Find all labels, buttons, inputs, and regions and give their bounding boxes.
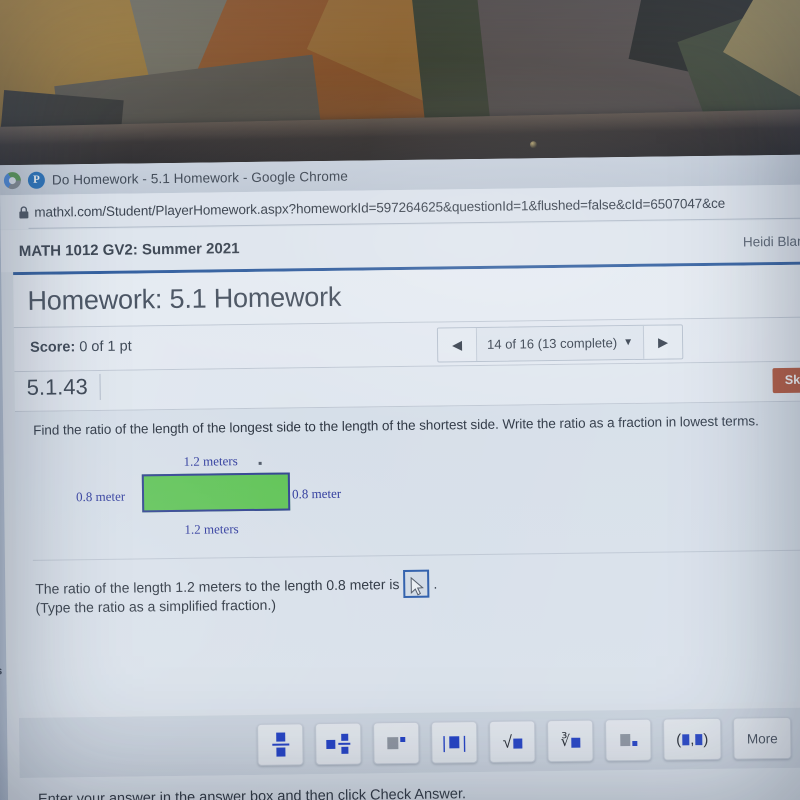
divider bbox=[32, 549, 800, 561]
chevron-down-icon: ▼ bbox=[623, 336, 634, 349]
bg-fragment: ns bbox=[0, 665, 3, 678]
figure-right-label: 0.8 meter bbox=[291, 485, 342, 502]
url-text[interactable]: mathxl.com/Student/PlayerHomework.aspx?h… bbox=[34, 195, 725, 219]
question-prompt: Find the ratio of the length of the long… bbox=[33, 413, 759, 438]
question-navigator: ◀ 14 of 16 (13 complete) ▼ ▶ bbox=[436, 324, 684, 363]
fraction-button[interactable] bbox=[257, 723, 304, 766]
figure-left-label: 0.8 meter bbox=[75, 488, 126, 505]
question-position-label: 14 of 16 (13 complete) bbox=[487, 335, 618, 352]
question-number: 5.1.43 bbox=[26, 373, 101, 401]
mixed-number-icon bbox=[326, 733, 351, 754]
lock-icon bbox=[12, 205, 34, 218]
pearson-favicon-icon: P bbox=[27, 171, 46, 189]
course-title: MATH 1012 GV2: Summer 2021 bbox=[18, 239, 240, 260]
laptop-screen: il ts s bc s a ns P Do Homework - 5.1 Ho… bbox=[0, 154, 800, 800]
score-text: Score: 0 of 1 pt bbox=[30, 339, 132, 356]
webcam-icon bbox=[529, 141, 538, 149]
page-title: Homework: 5.1 Homework bbox=[27, 281, 342, 316]
answer-input[interactable] bbox=[403, 569, 430, 598]
figure-dot bbox=[258, 461, 262, 465]
nth-root-icon: ∛ bbox=[560, 732, 581, 749]
score-value: 0 of 1 pt bbox=[79, 338, 132, 356]
figure-bottom-label: 1.2 meters bbox=[184, 521, 239, 537]
more-button[interactable]: More bbox=[733, 716, 792, 760]
subscript-button[interactable] bbox=[605, 718, 652, 762]
figure-top-label: 1.2 meters bbox=[183, 453, 238, 469]
footer-instruction: Enter your answer in the answer box and … bbox=[37, 786, 467, 800]
next-question-button[interactable]: ▶ bbox=[642, 325, 683, 359]
ordered-pair-button[interactable]: (,) bbox=[663, 717, 722, 761]
mouse-cursor-icon bbox=[410, 576, 425, 596]
chrome-browser-window: P Do Homework - 5.1 Homework - Google Ch… bbox=[0, 154, 800, 800]
subscript-icon bbox=[619, 734, 637, 747]
question-position-dropdown[interactable]: 14 of 16 (13 complete) ▼ bbox=[476, 325, 644, 362]
exponent-icon bbox=[387, 736, 406, 750]
square-root-button[interactable]: √ bbox=[489, 720, 536, 763]
previous-question-button[interactable]: ◀ bbox=[437, 328, 478, 362]
fraction-icon bbox=[271, 732, 289, 757]
browser-tab-title[interactable]: Do Homework - 5.1 Homework - Google Chro… bbox=[52, 168, 348, 187]
nth-root-button[interactable]: ∛ bbox=[547, 719, 594, 763]
photo-of-laptop-screen: il ts s bc s a ns P Do Homework - 5.1 Ho… bbox=[0, 0, 800, 800]
answer-statement-text: The ratio of the length 1.2 meters to th… bbox=[35, 576, 400, 597]
math-palette: | | √ ∛ (,) More bbox=[18, 707, 800, 779]
absolute-value-icon: | | bbox=[441, 732, 467, 752]
chrome-icon bbox=[3, 171, 22, 189]
mixed-number-button[interactable] bbox=[315, 722, 362, 766]
exponent-button[interactable] bbox=[373, 721, 420, 765]
skill-builder-button[interactable]: Skill bbox=[772, 367, 800, 394]
square-root-icon: √ bbox=[503, 732, 523, 751]
answer-statement-period: . bbox=[433, 575, 438, 592]
question-body: Find the ratio of the length of the long… bbox=[14, 401, 800, 713]
score-label: Score: bbox=[30, 339, 76, 356]
green-rectangle-shape bbox=[141, 472, 291, 513]
answer-hint: (Type the ratio as a simplified fraction… bbox=[35, 596, 277, 616]
absolute-value-button[interactable]: | | bbox=[431, 721, 478, 764]
user-name[interactable]: Heidi Blanke bbox=[743, 233, 800, 249]
rectangle-figure: 1.2 meters 0.8 meter 0.8 meter 1.2 meter… bbox=[45, 449, 376, 543]
ordered-pair-icon: (,) bbox=[676, 730, 709, 748]
